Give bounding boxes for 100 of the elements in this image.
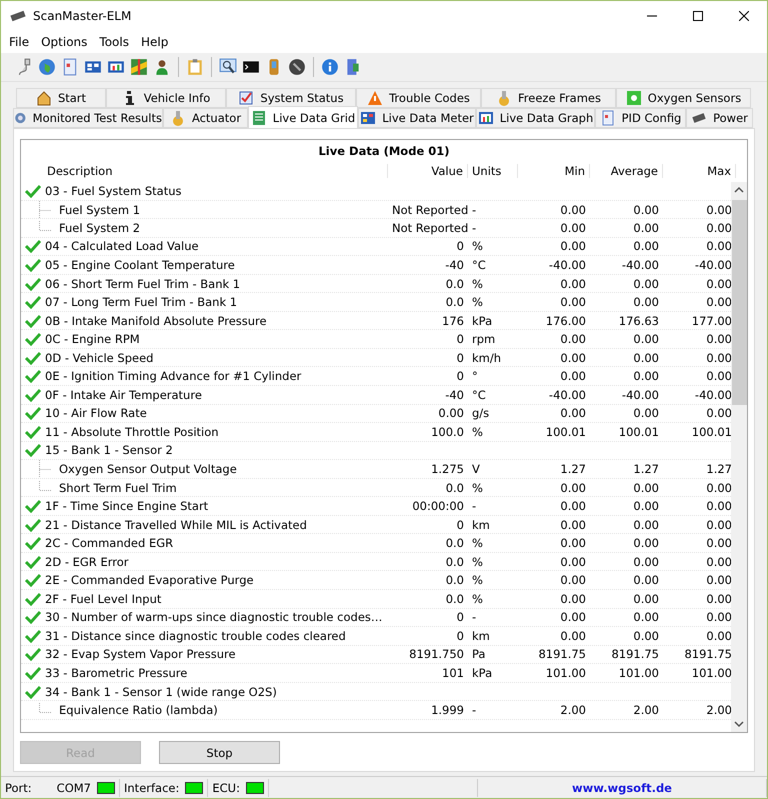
description-cell: 0F - Intake Air Temperature bbox=[45, 388, 202, 402]
max-cell-text: 0.00 bbox=[705, 499, 731, 514]
min-cell-text: 0.00 bbox=[559, 369, 587, 384]
average-cell-text: 0.00 bbox=[632, 592, 660, 606]
average-cell-text: 0.00 bbox=[632, 406, 660, 420]
tab[interactable]: Start bbox=[16, 88, 106, 108]
tab[interactable]: Vehicle Info bbox=[106, 88, 226, 108]
min-cell-text: 0.00 bbox=[559, 202, 587, 217]
column-header[interactable]: Units bbox=[468, 164, 518, 178]
column-header[interactable]: Min bbox=[518, 164, 590, 178]
value-cell-text: 1.999 bbox=[430, 703, 465, 718]
value-cell-text: 00:00:00 bbox=[411, 499, 465, 514]
value-cell-text: Not Reported bbox=[391, 220, 468, 235]
min-cell-text: 0.00 bbox=[559, 573, 587, 588]
value-cell-text: 8191.750 bbox=[408, 647, 465, 662]
units-cell-text: % bbox=[471, 424, 484, 439]
max-cell-text: 0.00 bbox=[705, 573, 731, 588]
status-label: ECU: bbox=[212, 780, 240, 794]
average-cell-text: 0.00 bbox=[632, 499, 660, 514]
description-cell: 15 - Bank 1 - Sensor 2 bbox=[45, 443, 173, 458]
tab[interactable]: Freeze Frames bbox=[481, 88, 616, 108]
average-cell-text: -40.00 bbox=[620, 258, 660, 272]
description-cell: 0D - Vehicle Speed bbox=[45, 350, 154, 365]
units-cell-text: Pa bbox=[471, 647, 486, 662]
min-cell-text: 1.27 bbox=[559, 462, 587, 476]
tab[interactable]: Trouble Codes bbox=[356, 88, 481, 108]
value-cell-text: 100.0 bbox=[430, 424, 465, 439]
min-cell-text: 0.00 bbox=[559, 350, 587, 365]
description-cell: 33 - Barometric Pressure bbox=[45, 666, 188, 680]
max-cell-text: -40.00 bbox=[694, 388, 731, 402]
min-cell-text: 176.00 bbox=[544, 314, 587, 328]
value-cell-text: 0.0 bbox=[444, 592, 465, 606]
description-cell: 03 - Fuel System Status bbox=[45, 184, 182, 198]
max-cell-text: 101.00 bbox=[690, 666, 731, 680]
tab[interactable]: Monitored Test Results bbox=[13, 108, 163, 128]
units-cell-text: % bbox=[471, 592, 484, 606]
max-cell-text: 0.00 bbox=[705, 592, 731, 606]
tab[interactable]: Power bbox=[686, 108, 753, 128]
average-cell-text: 176.63 bbox=[618, 314, 660, 328]
column-header[interactable]: Max bbox=[663, 164, 736, 178]
menu-item[interactable]: Help bbox=[134, 35, 174, 49]
value-cell-text: 0 bbox=[456, 369, 465, 384]
tab[interactable]: System Status bbox=[226, 88, 356, 108]
average-cell-text: 2.00 bbox=[632, 703, 660, 718]
average-cell-text: 0.00 bbox=[632, 518, 660, 532]
column-header[interactable]: Average bbox=[590, 164, 663, 178]
website-link[interactable]: www.wgsoft.de bbox=[572, 780, 672, 794]
min-cell-text: 0.00 bbox=[559, 554, 587, 569]
window-title: ScanMaster-ELM bbox=[33, 9, 132, 23]
units-cell-text: % bbox=[471, 536, 484, 550]
description-cell: 0B - Intake Manifold Absolute Pressure bbox=[45, 314, 267, 328]
menu-item[interactable]: Options bbox=[35, 35, 94, 49]
column-header[interactable]: Value bbox=[388, 164, 468, 178]
menu-item[interactable]: File bbox=[3, 35, 36, 49]
average-cell-text: 0.00 bbox=[632, 536, 660, 550]
description-cell: 21 - Distance Travelled While MIL is Activated bbox=[45, 518, 307, 532]
description-cell: 34 - Bank 1 - Sensor 1 (wide range O2S) bbox=[45, 684, 277, 699]
max-cell-text: 8191.75 bbox=[683, 647, 731, 662]
tab[interactable]: Oxygen Sensors bbox=[616, 88, 751, 108]
average-cell-text: 0.00 bbox=[632, 220, 660, 235]
units-cell-text: V bbox=[471, 462, 481, 476]
min-cell-text: -40.00 bbox=[548, 258, 587, 272]
tab[interactable]: PID Config bbox=[595, 108, 686, 128]
tab[interactable]: Live Data Meter bbox=[358, 108, 476, 128]
status-label: Interface: bbox=[124, 780, 180, 794]
units-cell-text: rpm bbox=[471, 332, 496, 346]
description-cell: Short Term Fuel Trim bbox=[59, 480, 177, 495]
value-cell-text: 0 bbox=[456, 610, 465, 624]
max-cell-text: -40.00 bbox=[694, 258, 731, 272]
description-cell: 32 - Evap System Vapor Pressure bbox=[45, 647, 236, 662]
units-cell-text: % bbox=[471, 480, 484, 495]
average-cell-text: 0.00 bbox=[632, 295, 660, 310]
max-cell-text: 0.00 bbox=[705, 518, 731, 532]
description-cell: 04 - Calculated Load Value bbox=[45, 239, 199, 254]
tab[interactable]: Live Data Graph bbox=[476, 108, 595, 128]
tab[interactable]: Actuator bbox=[163, 108, 248, 128]
port-value: COM7 bbox=[56, 780, 91, 794]
max-cell-text: 0.00 bbox=[705, 332, 731, 346]
max-cell-text: 0.00 bbox=[705, 628, 731, 643]
max-cell-text: 0.00 bbox=[705, 406, 731, 420]
units-cell-text: % bbox=[471, 295, 484, 310]
average-cell-text: 0.00 bbox=[632, 202, 660, 217]
average-cell-text: 1.27 bbox=[632, 462, 660, 476]
units-cell-text: - bbox=[471, 220, 478, 235]
menu-item[interactable]: Tools bbox=[93, 35, 135, 49]
description-cell: 1F - Time Since Engine Start bbox=[45, 499, 208, 514]
value-cell-text: 0.0 bbox=[444, 536, 465, 550]
average-cell-text: 0.00 bbox=[632, 332, 660, 346]
min-cell-text: 0.00 bbox=[559, 220, 587, 235]
average-cell-text: -40.00 bbox=[620, 388, 660, 402]
grid-title: Live Data (Mode 01) bbox=[317, 143, 451, 160]
units-cell-text: % bbox=[471, 573, 484, 588]
average-cell-text: 8191.75 bbox=[610, 647, 660, 662]
action-button[interactable]: Stop bbox=[159, 741, 280, 764]
value-cell-text: 0 bbox=[456, 350, 465, 365]
column-header[interactable]: Description bbox=[43, 164, 388, 178]
min-cell-text: 8191.75 bbox=[537, 647, 587, 662]
value-cell-text: Not Reported bbox=[391, 202, 468, 217]
tab[interactable]: Live Data Grid bbox=[248, 106, 358, 128]
average-cell-text: 0.00 bbox=[632, 573, 660, 588]
